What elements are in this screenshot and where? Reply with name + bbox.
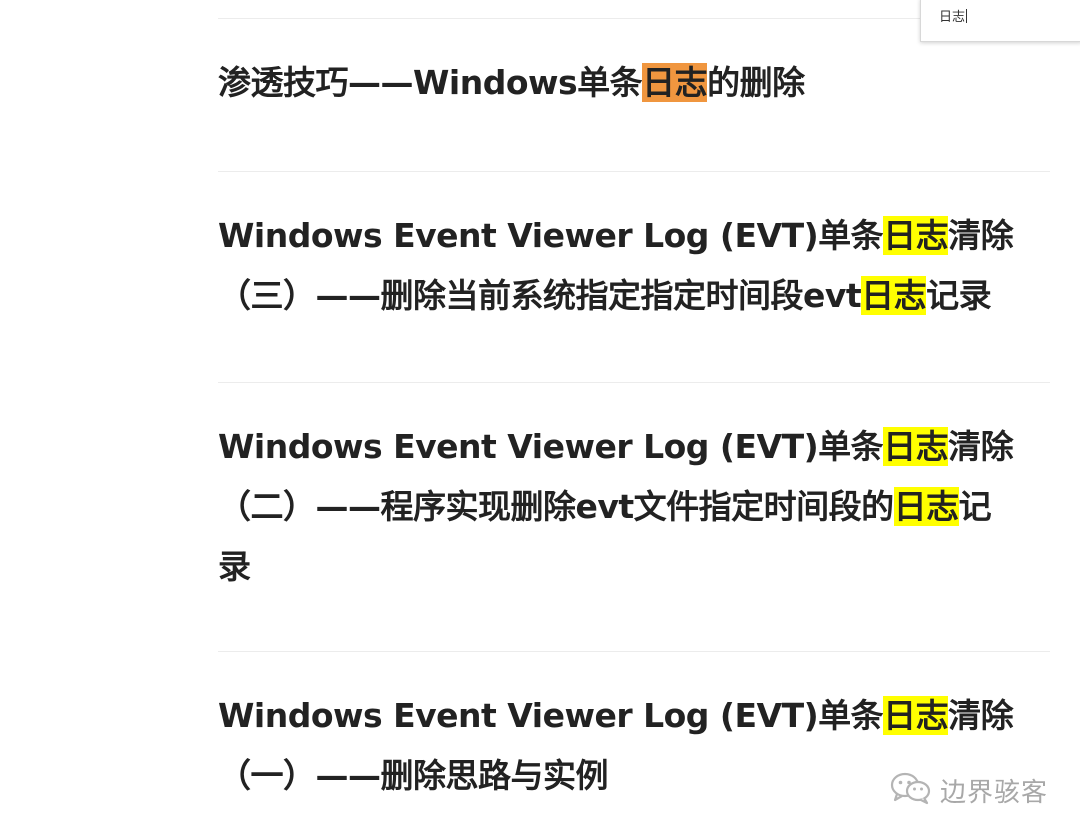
- find-input[interactable]: 日志: [939, 9, 968, 26]
- wechat-icon: [890, 771, 932, 809]
- find-match-current: 日志: [642, 63, 708, 102]
- find-match: 日志: [893, 487, 959, 526]
- find-in-page-box[interactable]: 日志: [920, 0, 1080, 42]
- find-query-text: 日志: [939, 10, 966, 25]
- watermark-text: 边界骇客: [940, 777, 1049, 808]
- result-title-text: （一）——删除思路与实例: [218, 756, 609, 795]
- result-title-text: 记录: [926, 276, 992, 315]
- result-title-text: 清除: [948, 216, 1014, 255]
- result-title-text: 清除: [948, 427, 1014, 466]
- result-title-text: （三）——删除当前系统指定指定时间段evt: [218, 276, 862, 315]
- text-caret: [966, 9, 968, 23]
- find-match: 日志: [883, 427, 949, 466]
- result-title-1[interactable]: 渗透技巧——Windows单条日志的删除: [218, 53, 1050, 113]
- result-title-text: （二）——程序实现删除evt文件指定时间段的: [218, 487, 894, 526]
- divider: [218, 171, 1050, 172]
- divider: [218, 651, 1050, 652]
- watermark: 边界骇客: [890, 768, 1048, 812]
- find-match: 日志: [883, 696, 949, 735]
- result-title-text: 清除: [948, 696, 1014, 735]
- result-title-text: 的删除: [707, 63, 805, 102]
- find-match: 日志: [861, 276, 927, 315]
- result-title-2[interactable]: Windows Event Viewer Log (EVT)单条日志清除 （三）…: [218, 206, 1050, 326]
- search-results-page: 渗透技巧——Windows单条日志的删除 Windows Event Viewe…: [0, 0, 1080, 839]
- result-title-3[interactable]: Windows Event Viewer Log (EVT)单条日志清除 （二）…: [218, 417, 1050, 597]
- result-title-text: 录: [218, 547, 251, 586]
- result-title-text: Windows Event Viewer Log (EVT)单条: [218, 427, 884, 466]
- result-title-text: 渗透技巧——Windows单条: [218, 63, 643, 102]
- result-title-text: Windows Event Viewer Log (EVT)单条: [218, 216, 884, 255]
- divider: [218, 382, 1050, 383]
- find-match: 日志: [883, 216, 949, 255]
- result-title-text: Windows Event Viewer Log (EVT)单条: [218, 696, 884, 735]
- result-title-text: 记: [958, 487, 992, 526]
